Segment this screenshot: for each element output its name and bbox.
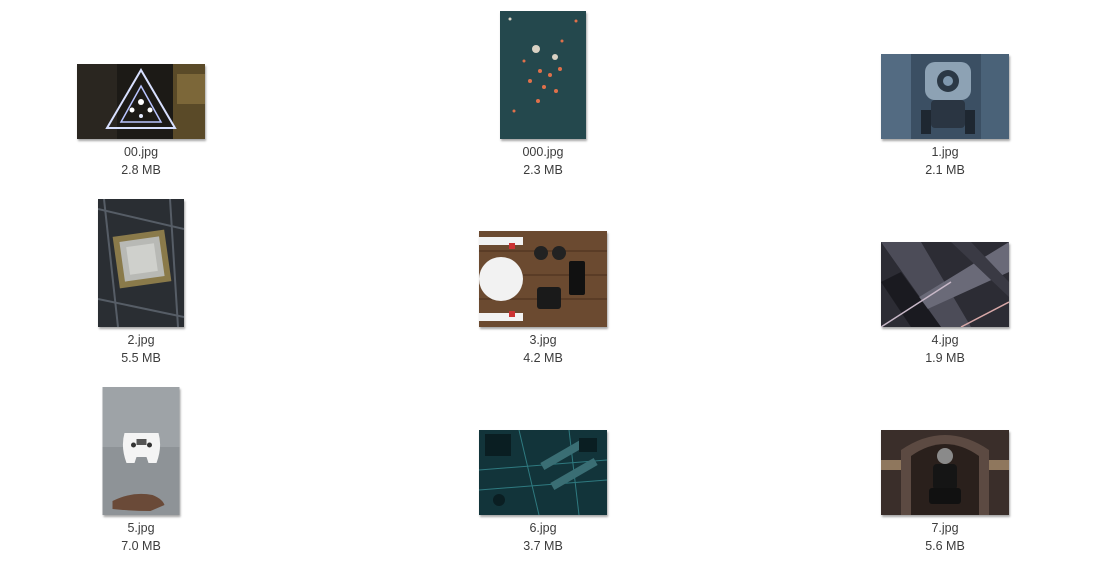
file-item[interactable]: 000.jpg 2.3 MB	[443, 9, 643, 179]
file-size: 2.1 MB	[925, 163, 965, 177]
file-item[interactable]: 00.jpg 2.8 MB	[41, 9, 241, 179]
file-item[interactable]: 2.jpg 5.5 MB	[41, 197, 241, 367]
file-size: 7.0 MB	[121, 539, 161, 553]
cpu-motherboard-image[interactable]	[98, 199, 184, 327]
file-name: 000.jpg	[522, 145, 564, 159]
file-name: 6.jpg	[529, 521, 557, 535]
triangle-neon-image[interactable]	[77, 64, 205, 139]
file-size: 2.8 MB	[121, 163, 161, 177]
astronaut-corridor-image[interactable]	[881, 430, 1009, 515]
drone-gear-image[interactable]	[479, 231, 607, 327]
file-name: 00.jpg	[123, 145, 159, 159]
file-item[interactable]: 6.jpg 3.7 MB	[443, 385, 643, 555]
file-name: 5.jpg	[127, 521, 155, 535]
robot-camera-image[interactable]	[881, 54, 1009, 139]
file-size: 5.6 MB	[925, 539, 965, 553]
teal-dots-image[interactable]	[500, 11, 586, 139]
file-name: 3.jpg	[529, 333, 557, 347]
file-item[interactable]: 7.jpg 5.6 MB	[845, 385, 1045, 555]
file-item[interactable]: 3.jpg 4.2 MB	[443, 197, 643, 367]
file-name: 2.jpg	[127, 333, 155, 347]
file-size: 2.3 MB	[523, 163, 563, 177]
file-size: 4.2 MB	[523, 351, 563, 365]
architecture-image[interactable]	[881, 242, 1009, 327]
file-item[interactable]: 1.jpg 2.1 MB	[845, 9, 1045, 179]
floating-controller-image[interactable]	[102, 387, 180, 515]
file-size: 5.5 MB	[121, 351, 161, 365]
file-size: 1.9 MB	[925, 351, 965, 365]
circuit-board-image[interactable]	[479, 430, 607, 515]
file-name: 7.jpg	[931, 521, 959, 535]
file-item[interactable]: 5.jpg 7.0 MB	[41, 385, 241, 555]
file-size: 3.7 MB	[523, 539, 563, 553]
file-name: 1.jpg	[931, 145, 959, 159]
file-name: 4.jpg	[931, 333, 959, 347]
file-item[interactable]: 4.jpg 1.9 MB	[845, 197, 1045, 367]
file-grid: 00.jpg 2.8 MB 000.jpg 2.3 MB 1.jpg 2.1 M…	[0, 0, 1093, 570]
